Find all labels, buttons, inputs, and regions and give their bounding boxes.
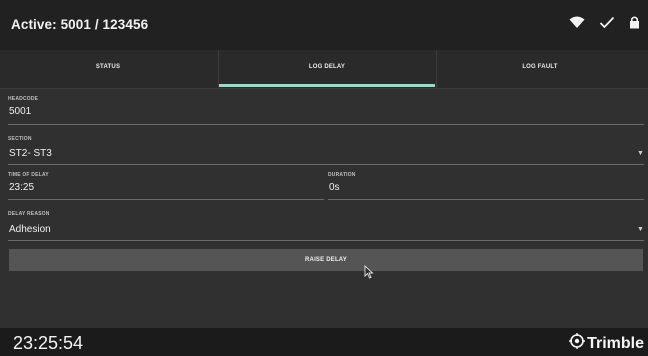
tab-log-fault[interactable]: LOG FAULT: [432, 50, 648, 86]
active-train-title: Active: 5001 / 123456: [11, 17, 149, 32]
time-of-delay-label: TIME OF DELAY: [8, 172, 49, 178]
headcode-label: HEADCODE: [8, 96, 39, 102]
status-icons: [569, 15, 640, 34]
headcode-field[interactable]: 5001: [9, 106, 31, 117]
check-icon: [599, 16, 615, 34]
trimble-logo-icon: [569, 333, 586, 354]
time-of-delay-field[interactable]: 23:25: [9, 182, 34, 193]
delay-reason-underline: [8, 240, 644, 241]
duration-underline: [328, 199, 644, 200]
active-tab-indicator: [219, 84, 435, 87]
delay-reason-select[interactable]: Adhesion: [9, 224, 51, 235]
brand-name: Trimble: [587, 334, 644, 352]
headcode-underline: [8, 124, 644, 125]
app-header: Active: 5001 / 123456: [0, 0, 648, 50]
section-underline: [8, 164, 644, 165]
section-chevron-down-icon[interactable]: ▼: [637, 150, 644, 157]
tab-divider: [218, 50, 219, 88]
raise-delay-button[interactable]: RAISE DELAY: [9, 249, 643, 271]
delay-reason-chevron-down-icon[interactable]: ▼: [637, 226, 644, 233]
duration-field[interactable]: 0s: [329, 182, 340, 193]
delay-reason-label: DELAY REASON: [8, 211, 50, 217]
time-of-delay-underline: [8, 199, 324, 200]
mouse-cursor-icon: [364, 264, 374, 284]
clock: 23:25:54: [13, 333, 84, 353]
lock-icon: [629, 15, 640, 34]
tab-log-delay[interactable]: LOG DELAY: [219, 50, 435, 86]
section-select[interactable]: ST2- ST3: [9, 148, 52, 159]
tab-status[interactable]: STATUS: [0, 50, 216, 86]
section-label: SECTION: [8, 136, 32, 142]
duration-label: DURATION: [328, 172, 356, 178]
brand-logo: Trimble: [569, 333, 644, 354]
tab-divider: [436, 50, 437, 88]
wifi-icon: [569, 16, 585, 34]
footer-bar: [0, 328, 648, 356]
